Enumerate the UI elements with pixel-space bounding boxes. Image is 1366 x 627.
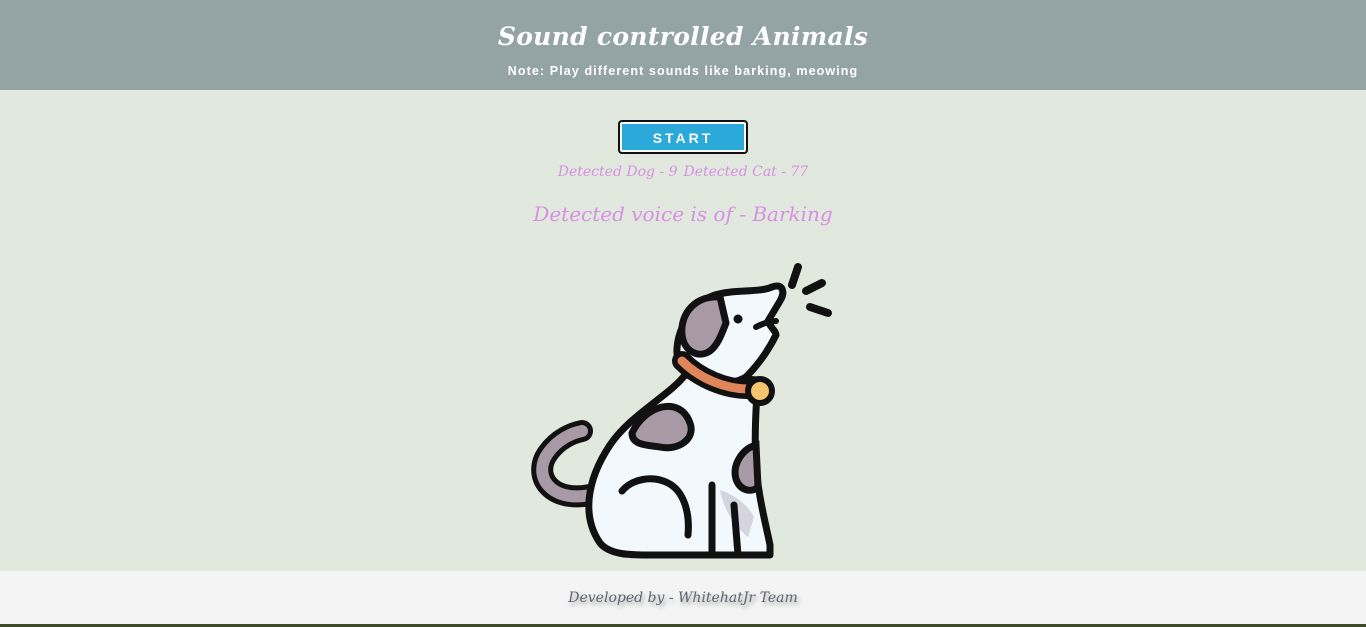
dog-count: Detected Dog - 9 (557, 164, 678, 180)
dog-eye (733, 314, 743, 324)
page-header: Sound controlled Animals Note: Play diff… (0, 0, 1366, 90)
bark-line-2 (802, 279, 826, 295)
barking-dog-icon (531, 263, 832, 559)
start-button[interactable]: START (618, 120, 748, 154)
bark-line-3 (806, 303, 832, 317)
footer-credit: Developed by - WhitehatJr Team (568, 590, 798, 606)
page-footer: Developed by - WhitehatJr Team (0, 571, 1366, 624)
note-text: Note: Play different sounds like barking… (507, 64, 859, 78)
detection-counts: Detected Dog - 9 Detected Cat - 77 (0, 164, 1366, 180)
dog-ear (678, 293, 730, 358)
cat-count: Detected Cat - 77 (683, 164, 809, 180)
page-title: Sound controlled Animals (497, 22, 869, 51)
dog-collar-tag (745, 376, 775, 406)
detected-voice-label: Detected voice is of - Barking (533, 202, 833, 226)
bark-line-1 (788, 263, 802, 289)
